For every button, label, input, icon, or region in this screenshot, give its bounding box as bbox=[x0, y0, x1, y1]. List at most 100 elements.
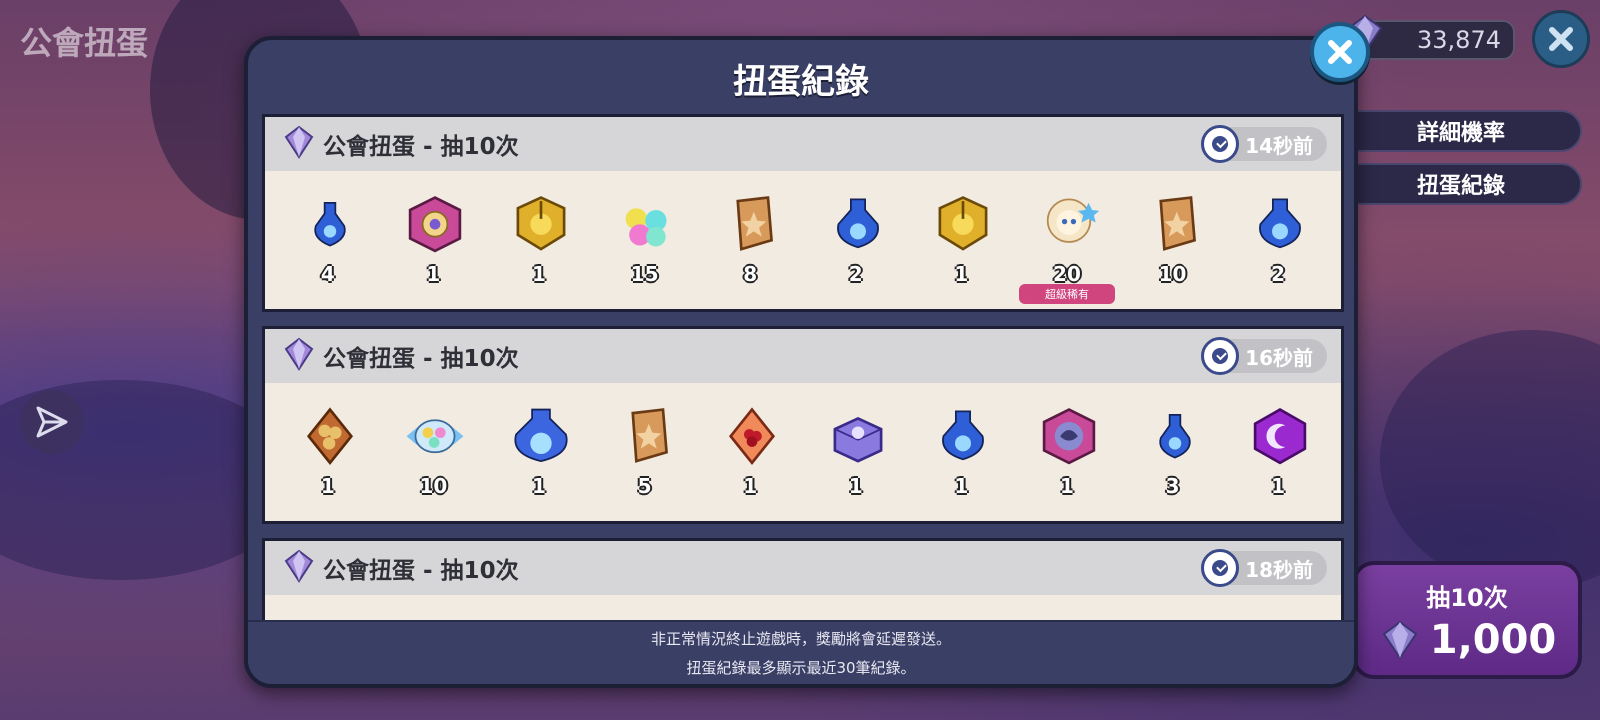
reward-quantity: 1 bbox=[1059, 474, 1074, 498]
gold-emblem-icon bbox=[516, 196, 566, 251]
reward-quantity: 1 bbox=[320, 474, 335, 498]
record-time-label: 14秒前 bbox=[1245, 133, 1313, 158]
reward-quantity: 1 bbox=[1271, 474, 1286, 498]
reward-item[interactable]: 1 bbox=[499, 402, 579, 502]
reward-item[interactable]: 2 bbox=[816, 190, 896, 290]
blue-potion-small-icon bbox=[1158, 414, 1191, 459]
draw-label: 抽10次 bbox=[1426, 583, 1508, 612]
paper-plane-icon bbox=[36, 406, 68, 438]
footer-limit-note: 扭蛋紀錄最多顯示最近30筆紀錄。 bbox=[686, 659, 916, 677]
record-time-label: 16秒前 bbox=[1245, 345, 1313, 370]
clock-icon bbox=[1201, 549, 1240, 587]
modal-footer: 非正常情況終止遊戲時，獎勵將會延遲發送。 扭蛋紀錄最多顯示最近30筆紀錄。 bbox=[248, 620, 1354, 684]
cream-cookie-character-icon bbox=[1046, 198, 1100, 243]
reward-item[interactable]: 8 bbox=[710, 190, 790, 290]
large-blue-potion-icon bbox=[514, 408, 568, 463]
reward-quantity: 10 bbox=[1158, 262, 1187, 286]
reward-quantity: 2 bbox=[848, 262, 863, 286]
record-header: 公會扭蛋 - 抽10次 16秒前 bbox=[265, 329, 1341, 383]
reward-quantity: 2 bbox=[1271, 262, 1286, 286]
pink-amulet-icon bbox=[409, 196, 462, 253]
close-icon bbox=[1328, 40, 1352, 64]
reward-quantity: 20 bbox=[1053, 262, 1081, 286]
reward-item[interactable]: 1 bbox=[1238, 402, 1318, 502]
blue-potion-icon bbox=[1259, 198, 1302, 249]
reward-item[interactable]: 5 bbox=[605, 402, 685, 502]
blue-potion-icon bbox=[836, 198, 879, 249]
send-button[interactable] bbox=[20, 390, 84, 454]
reward-quantity: 1 bbox=[532, 262, 546, 286]
draw-cost: 1,000 bbox=[1429, 616, 1557, 663]
reward-item[interactable]: 1 bbox=[921, 190, 1001, 290]
reward-item[interactable]: 1 bbox=[499, 190, 579, 290]
close-icon bbox=[1549, 27, 1573, 51]
star-cookie-card-icon bbox=[736, 196, 774, 251]
reward-quantity: 10 bbox=[419, 474, 448, 498]
reward-item[interactable]: 1 bbox=[921, 402, 1001, 502]
nut-card-icon bbox=[306, 407, 353, 466]
reward-item[interactable]: 1 bbox=[710, 402, 790, 502]
record-time-label: 18秒前 bbox=[1245, 557, 1313, 582]
clock-icon bbox=[1201, 125, 1240, 163]
reward-item[interactable]: 1 bbox=[288, 402, 368, 502]
reward-item[interactable]: 10 bbox=[393, 402, 473, 502]
reward-quantity: 1 bbox=[743, 474, 758, 498]
reward-quantity: 1 bbox=[954, 262, 969, 286]
reward-item[interactable]: 1 bbox=[1027, 402, 1107, 502]
candy-bundle-icon bbox=[406, 419, 464, 454]
reward-quantity: 5 bbox=[637, 474, 652, 498]
record-card: 公會扭蛋 - 抽10次 14秒前 4 1 1 15 8 2 1 20 超級稀有 10 2 bbox=[262, 114, 1344, 312]
purple-chest-icon bbox=[833, 416, 883, 463]
purple-moon-gem-icon bbox=[1253, 408, 1307, 465]
clock-icon bbox=[1201, 337, 1240, 375]
blue-potion-icon bbox=[942, 410, 985, 461]
modal-close-button[interactable] bbox=[1310, 22, 1370, 82]
background-cloud bbox=[1380, 330, 1600, 590]
pink-dragon-amulet-icon bbox=[1042, 408, 1096, 465]
star-cookie-card-icon bbox=[1158, 196, 1196, 251]
purple-gem-icon bbox=[1382, 620, 1418, 660]
modal-title: 扭蛋紀錄 bbox=[733, 62, 869, 102]
gacha-gem-icon bbox=[281, 124, 317, 164]
record-header: 公會扭蛋 - 抽10次 14秒前 bbox=[265, 117, 1341, 171]
star-cookie-card-icon bbox=[630, 408, 668, 463]
reward-item[interactable]: 3 bbox=[1133, 402, 1213, 502]
reward-item[interactable]: 15 bbox=[605, 190, 685, 290]
exit-button[interactable] bbox=[1532, 10, 1590, 68]
record-title: 公會扭蛋 - 抽10次 bbox=[323, 558, 519, 584]
reward-list: 1 10 1 5 1 1 1 1 3 1 bbox=[265, 383, 1341, 521]
reward-item[interactable]: 4 bbox=[288, 190, 368, 290]
draw-10-button[interactable]: 抽10次 1,000 bbox=[1352, 561, 1582, 679]
rarity-badge: 超級稀有 bbox=[1018, 284, 1115, 304]
reward-quantity: 3 bbox=[1165, 474, 1180, 498]
reward-quantity: 1 bbox=[532, 474, 546, 498]
record-time: 14秒前 bbox=[1201, 125, 1327, 163]
record-card: 公會扭蛋 - 抽10次 18秒前 bbox=[262, 538, 1344, 624]
gacha-gem-icon bbox=[281, 548, 317, 588]
record-time: 18秒前 bbox=[1201, 549, 1327, 587]
gacha-history-button[interactable]: 扭蛋紀錄 bbox=[1340, 163, 1582, 205]
record-title: 公會扭蛋 - 抽10次 bbox=[323, 346, 519, 372]
record-time: 16秒前 bbox=[1201, 337, 1327, 375]
reward-item[interactable]: 1 bbox=[393, 190, 473, 290]
reward-item[interactable]: 2 bbox=[1238, 190, 1318, 290]
detailed-rates-button[interactable]: 詳細機率 bbox=[1340, 110, 1582, 152]
blue-potion-small-icon bbox=[314, 202, 346, 247]
reward-quantity: 4 bbox=[320, 262, 335, 286]
record-header: 公會扭蛋 - 抽10次 18秒前 bbox=[265, 541, 1341, 595]
reward-quantity: 8 bbox=[743, 262, 758, 286]
reward-item[interactable]: 1 bbox=[816, 402, 896, 502]
reward-item[interactable]: 20 超級稀有 bbox=[1018, 190, 1115, 304]
flower-candy-icon bbox=[625, 208, 667, 247]
gem-balance-amount: 33,874 bbox=[1417, 26, 1501, 54]
reward-quantity: 15 bbox=[630, 262, 659, 286]
record-title: 公會扭蛋 - 抽10次 bbox=[323, 134, 519, 160]
reward-quantity: 1 bbox=[954, 474, 969, 498]
gacha-history-modal: 扭蛋紀錄 公會扭蛋 - 抽10次 14秒前 4 1 1 15 8 2 1 20 超級稀有 10 2 bbox=[244, 36, 1358, 688]
reward-item[interactable]: 10 bbox=[1133, 190, 1213, 290]
reward-quantity: 1 bbox=[848, 474, 863, 498]
gacha-gem-icon bbox=[281, 336, 317, 376]
gold-emblem-icon bbox=[938, 196, 988, 251]
screen-title: 公會扭蛋 bbox=[20, 24, 149, 62]
record-list[interactable]: 公會扭蛋 - 抽10次 14秒前 4 1 1 15 8 2 1 20 超級稀有 10 2 公會扭蛋 … bbox=[262, 114, 1344, 624]
